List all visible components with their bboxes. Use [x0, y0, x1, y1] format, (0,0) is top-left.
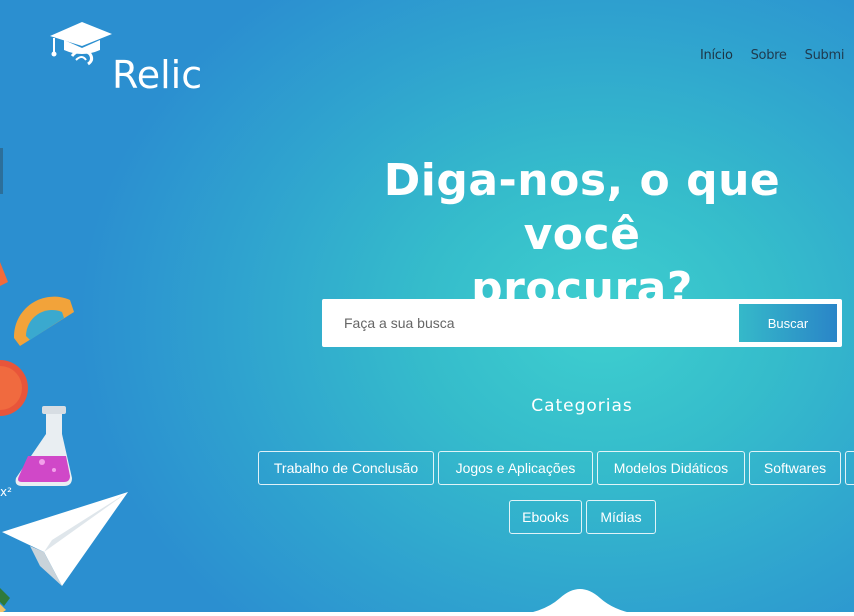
- category-cut-off[interactable]: [845, 451, 854, 485]
- hero-heading-line1: Diga-nos, o que você: [383, 155, 781, 260]
- orange-ruler-icon: [0, 262, 8, 286]
- search-button[interactable]: Buscar: [739, 304, 837, 342]
- brand-logo[interactable]: Relic: [46, 16, 202, 94]
- protractor-icon: [13, 296, 75, 346]
- top-nav: Início Sobre Submi: [700, 46, 854, 64]
- category-ebooks[interactable]: Ebooks: [509, 500, 582, 534]
- math-text: x²: [0, 485, 12, 499]
- search-form: Buscar: [322, 299, 842, 347]
- side-bar: [0, 148, 3, 194]
- category-softwares[interactable]: Softwares: [749, 451, 841, 485]
- nav-item-inicio[interactable]: Início: [700, 48, 733, 63]
- bottom-wave: [500, 589, 660, 616]
- nav-item-sobre[interactable]: Sobre: [751, 48, 787, 63]
- nav-item-submit[interactable]: Submi: [805, 48, 845, 63]
- flask-icon: [15, 406, 73, 486]
- paper-plane-icon: [2, 492, 128, 586]
- categories-title: Categorias: [531, 396, 633, 416]
- brand-name: Relic: [112, 53, 203, 97]
- search-input[interactable]: [344, 299, 724, 347]
- graduation-cap-icon: [50, 22, 112, 66]
- hero-heading: Diga-nos, o que você procura?: [322, 154, 842, 316]
- category-trabalho-de-conclusao[interactable]: Trabalho de Conclusão: [258, 451, 434, 485]
- category-modelos-didaticos[interactable]: Modelos Didáticos: [597, 451, 745, 485]
- bottom-edge: [0, 612, 854, 616]
- category-midias[interactable]: Mídias: [586, 500, 656, 534]
- pencil-icon: [0, 588, 10, 614]
- landing-page: x² Relic Início Sobre Submi Diga-nos, o qu…: [0, 0, 854, 616]
- category-jogos-e-aplicacoes[interactable]: Jogos e Aplicações: [438, 451, 593, 485]
